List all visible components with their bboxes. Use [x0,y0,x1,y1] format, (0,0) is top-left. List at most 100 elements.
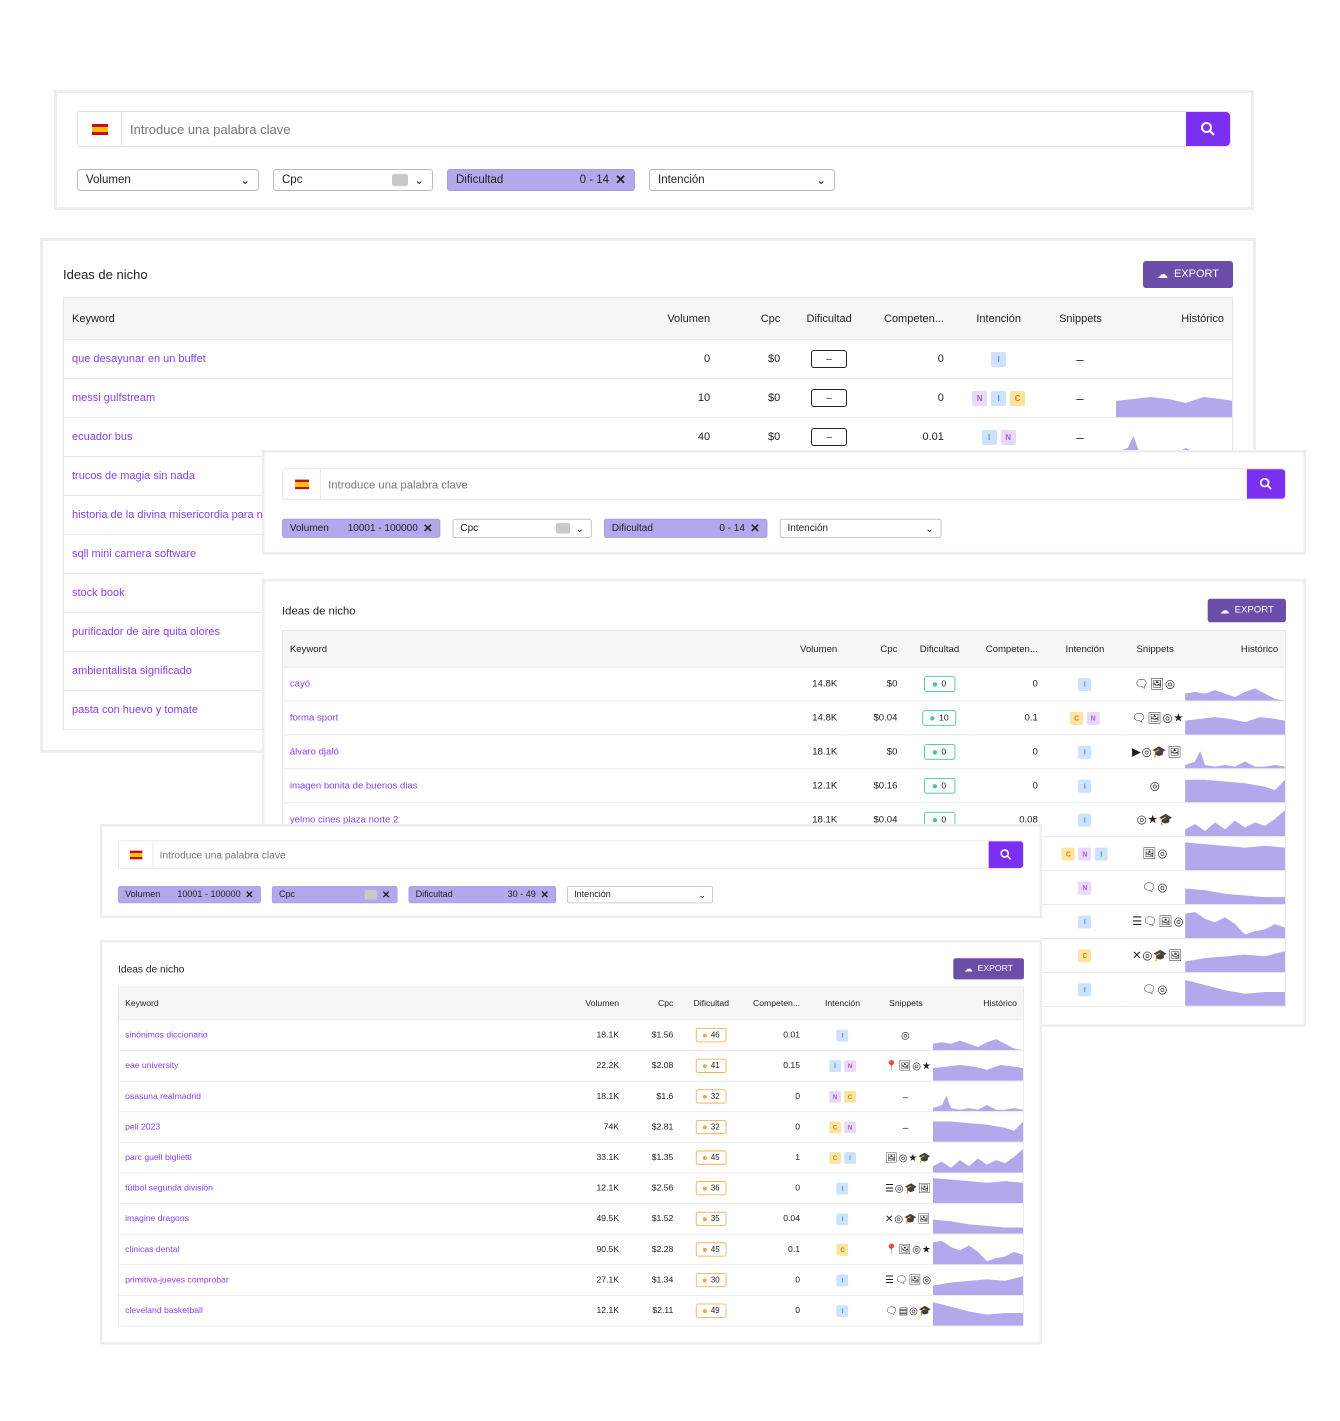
close-icon[interactable]: ✕ [423,521,432,535]
filter-cpc[interactable]: Cpc ⌄ [273,169,433,191]
filter-difficulty[interactable]: Dificultad 0 - 14 ✕ [447,169,635,191]
country-flag-icon[interactable] [283,469,322,499]
close-icon[interactable]: ✕ [615,172,626,188]
search-input[interactable] [122,112,1186,146]
close-icon[interactable]: ✕ [382,888,391,901]
col-snippets[interactable]: Snippets [1125,630,1186,668]
table-row[interactable]: primitiva-jueves comprobar 27.1K $1.34 30 0 I… [118,1264,1024,1296]
col-intent[interactable]: Intención [951,297,1046,340]
col-difficulty[interactable]: Dificultad [679,986,743,1021]
table-row[interactable]: messi gulfstream 10 $0–0 N I C – [63,378,1233,418]
keyword-link[interactable]: messi gulfstream [63,378,625,418]
cpc-cell: $0 [718,378,789,418]
filter-intent[interactable]: Intención ⌄ [779,518,942,538]
keyword-link[interactable]: cayó [282,667,764,702]
search-input[interactable] [321,469,1247,499]
col-intent[interactable]: Intención [806,986,879,1021]
table-row[interactable]: peli 2023 74K $2.81 32 0 C N – [118,1111,1024,1143]
cpc-cell: $1.52 [625,1203,680,1235]
table-row[interactable]: imagine dragons 49.5K $1.52 35 0.04 I ✕◎🎓🖼 [118,1203,1024,1235]
search-button[interactable] [1186,112,1230,146]
keyword-link[interactable]: osasuna realmadrid [118,1081,553,1113]
col-history[interactable]: Histórico [933,986,1024,1021]
table-row[interactable]: cayó 14.8K $0 0 0 I 🗨🖼◎ [282,667,1286,702]
table-row[interactable]: fútbol segunda división 12.1K $2.56 36 0 I ☰◎🎓… [118,1172,1024,1204]
search-button[interactable] [1246,469,1286,499]
table-row[interactable]: imagen bonita de buenos dias 12.1K $0.16 0 0… [282,768,1286,804]
table-row[interactable]: sinónimos diccionario 18.1K $1.56 46 0.01 I ◎ [118,1019,1024,1051]
filter-difficulty[interactable]: Dificultad 0 - 14 ✕ [603,518,768,538]
filter-intent[interactable]: Intención ⌄ [649,169,835,191]
filter-difficulty[interactable]: Dificultad 30 - 49 ✕ [408,886,557,904]
difficulty-cell: 30 [679,1264,743,1296]
col-competition[interactable]: Competen... [974,630,1045,668]
keyword-link[interactable]: álvaro djaló [282,734,764,770]
col-competition[interactable]: Competen... [870,297,952,340]
table-row[interactable]: osasuna realmadrid 18.1K $1.6 32 0 N C – [118,1081,1024,1113]
keyword-link[interactable]: que desayunar en un buffet [63,339,625,379]
country-flag-icon[interactable] [78,112,122,146]
table-row[interactable]: parc guell biglietti 33.1K $1.35 45 1 C I 🖼◎★🎓 [118,1142,1024,1174]
col-history[interactable]: Histórico [1115,297,1233,340]
col-difficulty[interactable]: Dificultad [904,630,975,668]
difficulty-cell: 45 [679,1234,743,1266]
keyword-link[interactable]: eae university [118,1050,553,1082]
col-volume[interactable]: Volumen [763,630,845,668]
col-snippets[interactable]: Snippets [878,986,934,1021]
snippets-cell: 📍🖼◎★ [878,1050,934,1082]
close-icon[interactable]: ✕ [245,888,254,901]
col-intent[interactable]: Intención [1044,630,1126,668]
keyword-link[interactable]: parc guell biglietti [118,1142,553,1174]
col-difficulty[interactable]: Dificultad [788,297,871,340]
col-history[interactable]: Histórico [1185,630,1286,668]
export-button[interactable]: ☁ EXPORT [1207,598,1286,622]
table-row[interactable]: clinicas dental 90.5K $2.28 45 0.1 C 📍🖼◎★ [118,1234,1024,1266]
keyword-link[interactable]: fútbol segunda división [118,1172,553,1204]
keyword-link[interactable]: imagine dragons [118,1203,553,1235]
filter-intent[interactable]: Intención ⌄ [567,886,714,904]
snippets-cell: 🗨🖼◎ [1125,667,1186,702]
difficulty-badge: 45 [695,1150,727,1165]
table-row[interactable]: álvaro djaló 18.1K $0 0 0 I ▶◎🎓🖼 [282,734,1286,770]
export-button[interactable]: ☁ EXPORT [953,957,1024,980]
keyword-link[interactable]: forma sport [282,700,764,736]
search-input[interactable] [153,841,989,868]
intent-badge: C [836,1243,849,1256]
difficulty-dot-icon [702,1278,707,1283]
col-keyword[interactable]: Keyword [282,630,764,668]
table-row[interactable]: que desayunar en un buffet 0 $0–0 I – [63,339,1233,379]
col-volume[interactable]: Volumen [624,297,719,340]
table-row[interactable]: eae university 22.2K $2.08 41 0.15 I N 📍🖼◎★ [118,1050,1024,1082]
col-snippets[interactable]: Snippets [1045,297,1116,340]
col-cpc[interactable]: Cpc [718,297,789,340]
close-icon[interactable]: ✕ [750,521,759,535]
intent-cell: I [1044,802,1126,838]
search-button[interactable] [988,841,1024,868]
table-row[interactable]: cleveland basketball 12.1K $2.11 49 0 I 🗨▤◎🎓 [118,1295,1024,1327]
export-button[interactable]: ☁ EXPORT [1142,260,1233,288]
filter-cpc[interactable]: Cpc ⌄ [452,518,592,538]
col-keyword[interactable]: Keyword [63,297,625,340]
col-volume[interactable]: Volumen [552,986,626,1021]
intent-badge: N [1078,847,1092,861]
keyword-link[interactable]: imagen bonita de buenos dias [282,768,764,804]
col-competition[interactable]: Competen... [742,986,807,1021]
col-cpc[interactable]: Cpc [625,986,680,1021]
filter-volume[interactable]: Volumen 10001 - 100000 ✕ [282,518,441,538]
filter-volume[interactable]: Volumen 10001 - 100000 ✕ [118,886,261,904]
keyword-link[interactable]: peli 2023 [118,1111,553,1143]
filter-cpc[interactable]: Cpc ✕ [271,886,398,904]
close-icon[interactable]: ✕ [540,888,549,901]
keyword-link[interactable]: cleveland basketball [118,1295,553,1327]
intent-cell: I [1044,667,1126,702]
keyword-link[interactable]: primitiva-jueves comprobar [118,1264,553,1296]
difficulty-value: – [826,353,832,365]
filter-volume[interactable]: Volumen ⌄ [77,169,259,191]
keyword-link[interactable]: clinicas dental [118,1234,553,1266]
col-keyword[interactable]: Keyword [118,986,553,1021]
table-row[interactable]: forma sport 14.8K $0.04 10 0.1 C N 🗨🖼◎★ [282,700,1286,736]
col-cpc[interactable]: Cpc [844,630,905,668]
country-flag-icon[interactable] [119,841,154,868]
keyword-link[interactable]: sinónimos diccionario [118,1019,553,1051]
volume-cell: 18.1K [763,734,845,770]
